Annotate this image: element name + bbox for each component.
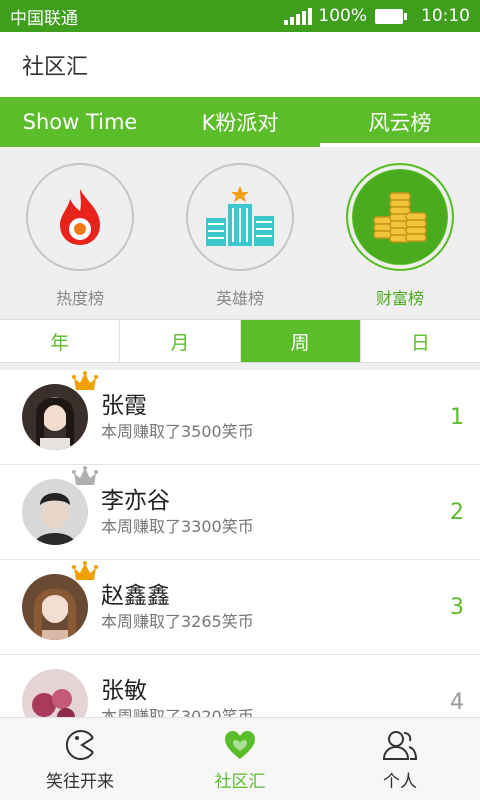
building-star-icon	[206, 186, 274, 246]
period-tab-day[interactable]: 日	[359, 320, 480, 362]
tab-k-party[interactable]: K粉派对	[160, 97, 320, 147]
rank-type-selector: 热度榜 英雄榜 财富榜	[0, 147, 480, 319]
rank-number: 2	[450, 499, 464, 525]
rank-type-ring	[26, 163, 134, 271]
user-name: 张霞	[101, 393, 147, 419]
ranking-row[interactable]: 张敏 本周赚取了3020笑币 4	[0, 655, 480, 717]
user-earnings: 本周赚取了3265笑币	[101, 612, 254, 631]
nav-label: 个人	[383, 771, 417, 792]
rank-type-hero[interactable]: 英雄榜	[160, 147, 320, 319]
battery-icon	[375, 8, 407, 24]
rank-type-label: 财富榜	[375, 289, 424, 308]
ranking-row[interactable]: 赵鑫鑫 本周赚取了3265笑币 3	[0, 560, 480, 655]
page-title: 社区汇	[22, 54, 89, 80]
flame-icon	[60, 189, 100, 245]
top-tabs: Show Time K粉派对 风云榜	[0, 97, 480, 147]
coins-icon	[373, 192, 427, 243]
avatar[interactable]	[22, 574, 88, 640]
ranking-list[interactable]: 张霞 本周赚取了3500笑币 1 李亦谷 本周赚取了3300笑币 2 赵鑫鑫 本…	[0, 370, 480, 717]
period-tab-month[interactable]: 月	[119, 320, 239, 362]
gold-crown-icon	[72, 371, 98, 390]
period-tab-week[interactable]: 周	[239, 320, 360, 362]
user-earnings: 本周赚取了3500笑币	[101, 422, 254, 441]
signal-icon	[284, 7, 313, 25]
avatar[interactable]	[22, 384, 88, 450]
bottom-nav: 笑往开来 社区汇 个人	[0, 717, 480, 800]
nav-community[interactable]: 社区汇	[160, 718, 320, 800]
user-name: 赵鑫鑫	[101, 583, 170, 609]
user-name: 张敏	[101, 678, 147, 704]
rank-type-label: 热度榜	[55, 289, 104, 308]
battery-percent: 100%	[318, 6, 367, 26]
ranking-row[interactable]: 李亦谷 本周赚取了3300笑币 2	[0, 465, 480, 560]
user-name: 李亦谷	[101, 488, 170, 514]
nav-profile[interactable]: 个人	[320, 718, 480, 800]
rank-number: 1	[450, 404, 464, 430]
tab-leaderboard[interactable]: 风云榜	[320, 97, 480, 147]
period-tabs: 年 月 周 日	[0, 319, 480, 363]
rank-number: 3	[450, 594, 464, 620]
pacman-icon	[65, 729, 94, 760]
rank-number: 4	[450, 689, 464, 715]
user-earnings: 本周赚取了3300笑币	[101, 517, 254, 536]
hearts-icon	[225, 730, 255, 759]
clock: 10:10	[421, 6, 470, 26]
rank-type-wealth[interactable]: 财富榜	[320, 147, 480, 319]
people-icon	[382, 730, 418, 760]
tab-label: Show Time	[22, 110, 138, 134]
status-icons: 100% 10:10	[284, 6, 470, 26]
nav-laugh[interactable]: 笑往开来	[0, 718, 160, 800]
rank-type-label: 英雄榜	[215, 289, 264, 308]
avatar[interactable]	[22, 479, 88, 545]
nav-label: 社区汇	[214, 771, 266, 792]
period-tab-year[interactable]: 年	[0, 320, 119, 362]
ranking-row[interactable]: 张霞 本周赚取了3500笑币 1	[0, 370, 480, 465]
rank-type-popularity[interactable]: 热度榜	[0, 147, 160, 319]
tab-label: K粉派对	[201, 111, 279, 135]
rank-type-ring	[346, 163, 454, 271]
carrier-name: 中国联通	[10, 8, 78, 29]
silver-crown-icon	[72, 466, 98, 485]
rank-type-ring	[186, 163, 294, 271]
nav-label: 笑往开来	[46, 771, 114, 792]
tab-show-time[interactable]: Show Time	[0, 97, 160, 147]
tab-label: 风云榜	[368, 111, 432, 135]
app-header: 社区汇	[0, 32, 480, 97]
avatar[interactable]	[22, 669, 88, 717]
gold-crown-icon	[72, 561, 98, 580]
user-earnings: 本周赚取了3020笑币	[101, 707, 254, 717]
status-bar: 中国联通 100% 10:10	[0, 0, 480, 32]
